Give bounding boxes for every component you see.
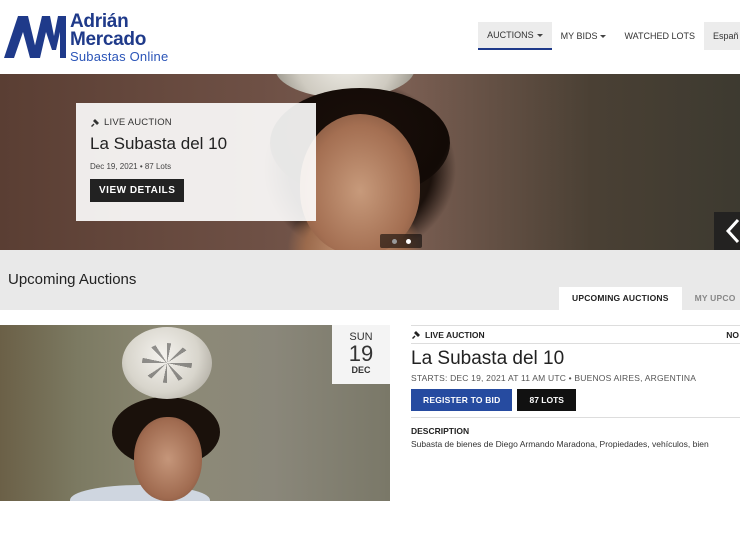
carousel-dot-1[interactable]	[391, 238, 397, 244]
auction-info: LIVE AUCTION NO La Subasta del 10 STARTS…	[411, 325, 740, 449]
hero-card: LIVE AUCTION La Subasta del 10 Dec 19, 2…	[76, 103, 316, 221]
auction-title[interactable]: La Subasta del 10	[411, 348, 740, 370]
chevron-down-icon	[536, 34, 543, 38]
photo-ball	[122, 327, 212, 399]
gavel-icon	[412, 330, 420, 339]
date-month: DEC	[351, 365, 371, 375]
hero-badge: LIVE AUCTION	[104, 117, 172, 128]
photo-face	[134, 417, 202, 501]
hero-face-image	[300, 114, 420, 250]
tab-my-upcoming[interactable]: MY UPCO	[682, 287, 736, 310]
hero-title: La Subasta del 10	[90, 134, 228, 153]
hero-meta: Dec 19, 2021 • 87 Lots	[90, 162, 172, 171]
auction-badge: LIVE AUCTION	[425, 329, 485, 340]
chevron-left-icon	[725, 218, 740, 244]
auction-date-badge: SUN 19 DEC	[332, 325, 390, 384]
tab-upcoming-auctions[interactable]: UPCOMING AUCTIONS	[559, 287, 682, 310]
date-day: 19	[348, 341, 374, 366]
divider	[411, 417, 740, 418]
nav-my-bids-label: MY BIDS	[560, 31, 598, 41]
lot-number-label: NO	[726, 329, 739, 340]
carousel-next-button[interactable]	[714, 212, 740, 250]
carousel-dot-2[interactable]	[405, 238, 411, 244]
logo-tagline: Subastas Online	[70, 49, 169, 64]
description-label: DESCRIPTION	[411, 426, 470, 436]
logo-mark-icon	[4, 16, 66, 58]
carousel-indicators	[380, 234, 422, 248]
nav-watched-lots[interactable]: WATCHED LOTS	[615, 22, 704, 50]
chevron-down-icon	[600, 35, 607, 39]
gavel-icon	[91, 118, 99, 127]
auction-start-info: STARTS: DEC 19, 2021 AT 11 AM UTC • BUEN…	[411, 373, 697, 383]
view-details-button[interactable]: VIEW DETAILS	[90, 179, 185, 202]
lots-button[interactable]: 87 LOTS	[517, 389, 576, 411]
nav-auctions-label: AUCTIONS	[487, 30, 534, 40]
site-logo[interactable]: Adrián Mercado Subastas Online	[0, 12, 200, 64]
nav-my-bids[interactable]: MY BIDS	[552, 22, 616, 50]
nav-auctions[interactable]: AUCTIONS	[478, 22, 552, 50]
site-header: Adrián Mercado Subastas Online AUCTIONS …	[0, 0, 740, 74]
language-selector[interactable]: Españ	[704, 22, 740, 50]
logo-line-2: Mercado	[70, 29, 147, 50]
description-text: Subasta de bienes de Diego Armando Marad…	[411, 439, 709, 449]
register-to-bid-button[interactable]: REGISTER TO BID	[411, 389, 513, 411]
upcoming-tabs: UPCOMING AUCTIONS MY UPCO	[559, 287, 736, 310]
main-nav: AUCTIONS MY BIDS WATCHED LOTS Españ	[478, 22, 740, 50]
upcoming-title: Upcoming Auctions	[8, 271, 137, 288]
